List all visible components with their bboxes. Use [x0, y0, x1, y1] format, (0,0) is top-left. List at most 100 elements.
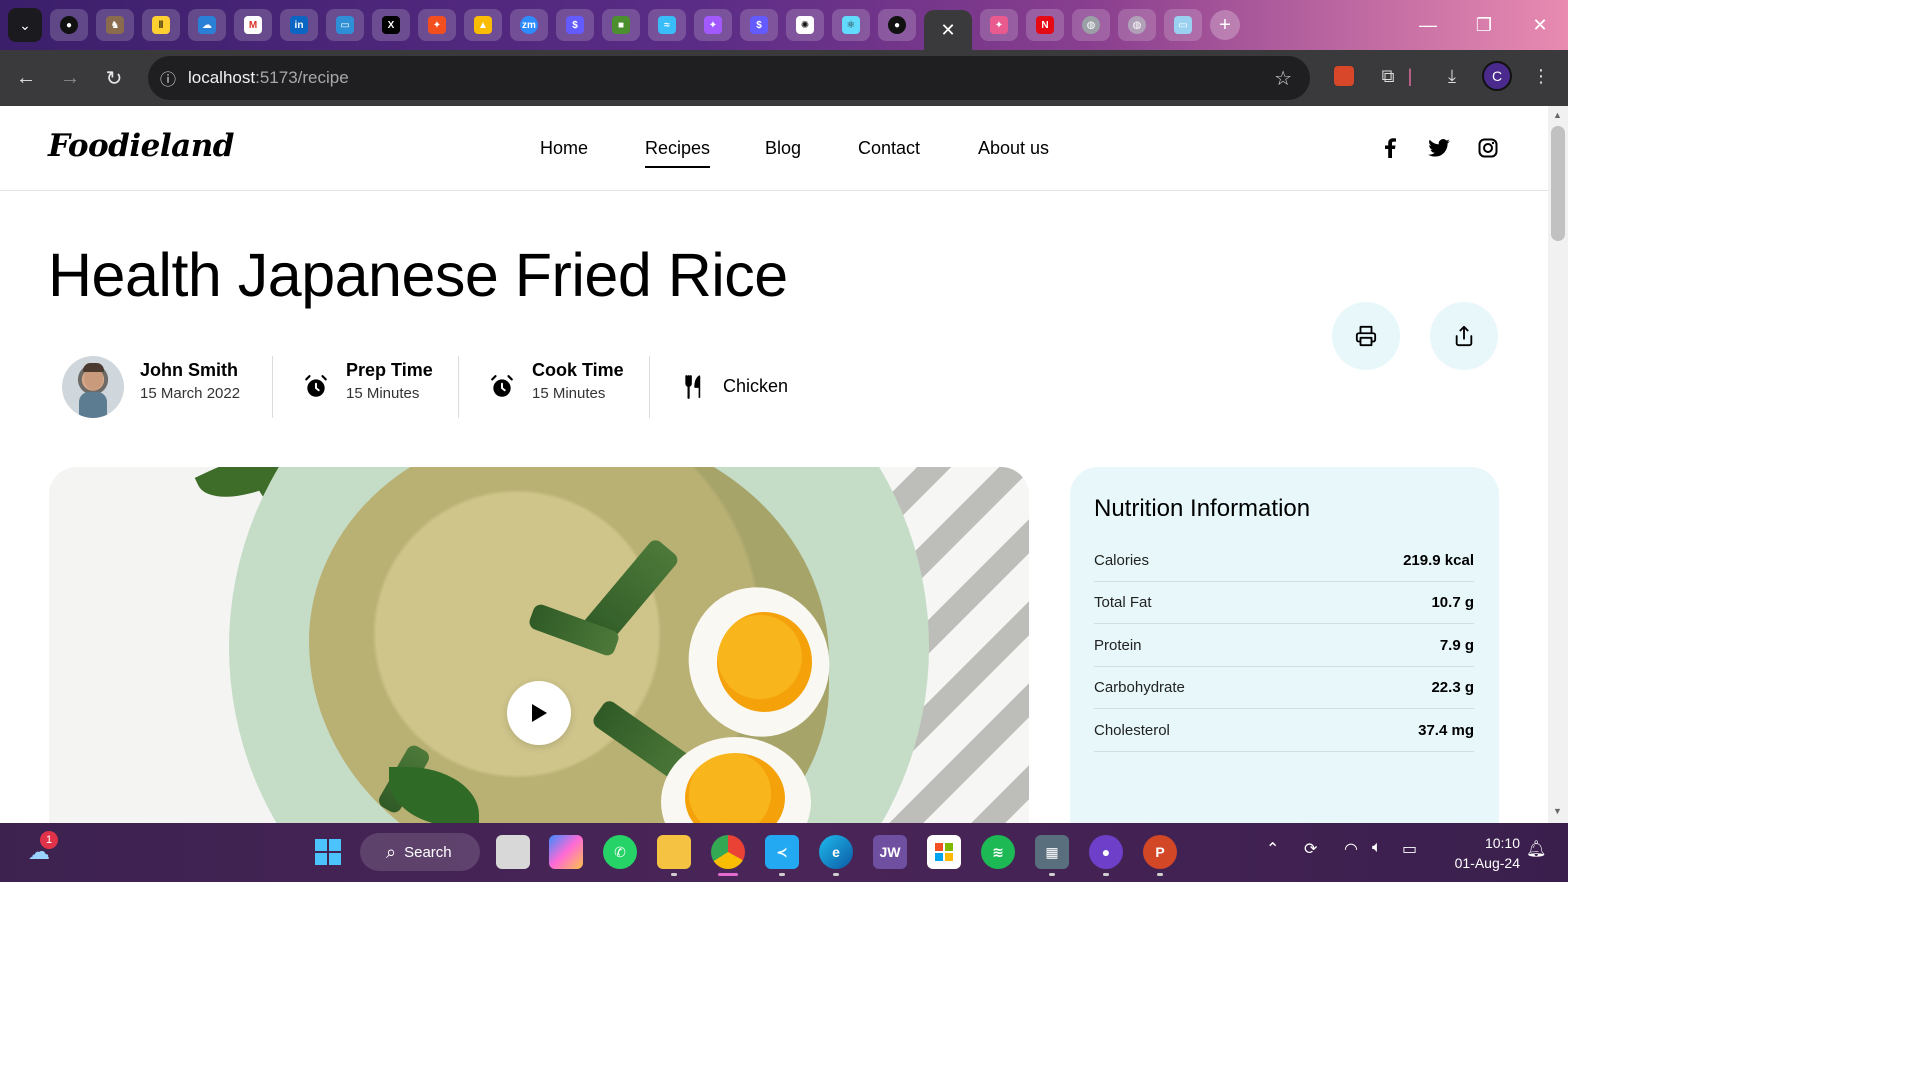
tab-deno[interactable]: ♞ — [96, 9, 134, 41]
nav-recipes[interactable]: Recipes — [645, 138, 711, 168]
whatsapp-icon[interactable]: ✆ — [603, 835, 637, 869]
chevron-up-icon[interactable]: ⌃ — [1266, 839, 1279, 859]
nav-contact[interactable]: Contact — [858, 138, 920, 159]
tab-search-icon[interactable]: ⌄ — [8, 8, 42, 42]
print-button[interactable] — [1332, 302, 1400, 370]
download-icon[interactable]: ⤓ — [1432, 56, 1472, 96]
scrollbar-thumb[interactable] — [1551, 126, 1565, 241]
tab-linkedin[interactable]: in — [280, 9, 318, 41]
tab-stripe[interactable]: $ — [556, 9, 594, 41]
twitter-icon[interactable] — [1427, 136, 1451, 160]
powerpoint-icon[interactable]: P — [1143, 835, 1177, 869]
instagram-icon[interactable] — [1476, 136, 1500, 160]
nutrition-value: 37.4 mg — [1418, 722, 1474, 739]
tab-green-app[interactable]: ■ — [602, 9, 640, 41]
volume-icon[interactable]: 🔈︎ — [1372, 839, 1382, 857]
tab-github[interactable]: ● — [50, 9, 88, 41]
bookmark-star-icon[interactable]: ☆ — [1274, 66, 1292, 91]
tab-x[interactable]: X — [372, 9, 410, 41]
globe-icon: ◍ — [1128, 16, 1146, 34]
reload-icon[interactable]: ↻ — [92, 56, 136, 100]
tab-miro[interactable]: ‖ — [142, 9, 180, 41]
spotify-icon[interactable]: ≋ — [981, 835, 1015, 869]
tab-figma-2[interactable]: ✦ — [694, 9, 732, 41]
tab-snip[interactable]: ▭ — [326, 9, 364, 41]
recipe-category: Chicken — [723, 376, 789, 396]
windows-start-icon[interactable] — [311, 835, 345, 869]
file-explorer-icon[interactable] — [657, 835, 691, 869]
tab-stripe-2[interactable]: $ — [740, 9, 778, 41]
play-icon — [532, 704, 547, 722]
nutrition-row: Calories 219.9 kcal — [1094, 540, 1474, 582]
profile-avatar[interactable]: C — [1477, 56, 1517, 96]
new-tab-button[interactable]: + — [1210, 10, 1240, 40]
battery-icon[interactable]: ▭ — [1402, 839, 1417, 859]
task-view-icon[interactable] — [496, 835, 530, 869]
site-info-icon[interactable]: ⓘ — [148, 66, 188, 90]
vscode-icon[interactable]: ≺ — [765, 835, 799, 869]
play-video-button[interactable] — [507, 681, 571, 745]
scroll-down-icon[interactable]: ▼ — [1553, 806, 1562, 816]
running-indicator — [833, 873, 839, 876]
tab-react[interactable]: ⚛ — [832, 9, 870, 41]
tab-tailwind[interactable]: ≈ — [648, 9, 686, 41]
site-logo[interactable]: Foodieland — [48, 128, 234, 164]
prep-time-block: Prep Time 15 Minutes — [346, 360, 433, 422]
taskbar-search[interactable]: ⌕ Search — [360, 833, 480, 871]
close-tab-icon[interactable]: ✕ — [940, 20, 955, 41]
browser-tab-strip: ⌄ ● ♞ ‖ ☁ M in ▭ X ✦ ▲ zm $ ■ ≈ ✦ $ ✺ ⚛ … — [0, 0, 1568, 50]
tab-gmail[interactable]: M — [234, 9, 272, 41]
zoom-icon: zm — [520, 16, 538, 34]
tab-snip-2[interactable]: ▭ — [1164, 9, 1202, 41]
extension-icon[interactable] — [1324, 56, 1364, 96]
system-clock[interactable]: 10:10 01-Aug-24 — [1440, 833, 1520, 873]
forward-icon[interactable]: → — [48, 56, 92, 100]
tab-netflix[interactable]: N — [1026, 9, 1064, 41]
tab-figma[interactable]: ✦ — [418, 9, 456, 41]
notification-bell-icon[interactable]: 🔔︎ — [1526, 839, 1546, 859]
edge-icon[interactable]: e — [819, 835, 853, 869]
nav-home[interactable]: Home — [540, 138, 588, 159]
meta-divider — [649, 356, 650, 418]
tab-zoom[interactable]: zm — [510, 9, 548, 41]
nutrition-row: Total Fat 10.7 g — [1094, 582, 1474, 624]
menu-kebab-icon[interactable]: ⋮ — [1521, 56, 1561, 96]
recipe-video-thumbnail[interactable] — [49, 467, 1029, 823]
jw-app-icon[interactable]: JW — [873, 835, 907, 869]
tab-github-2[interactable]: ● — [878, 9, 916, 41]
microsoft-store-icon[interactable] — [927, 835, 961, 869]
restore-icon[interactable]: ❐ — [1456, 0, 1512, 50]
tab-active-recipe[interactable]: ✕ — [924, 10, 972, 50]
egg-yolk — [717, 612, 812, 712]
tab-globe-2[interactable]: ◍ — [1118, 9, 1156, 41]
snip-icon: ▭ — [1174, 16, 1192, 34]
scroll-up-icon[interactable]: ▲ — [1553, 110, 1562, 120]
site-header: Foodieland Home Recipes Blog Contact Abo… — [0, 106, 1548, 191]
sync-icon[interactable]: ⟳ — [1304, 839, 1317, 859]
tab-cloud[interactable]: ☁ — [188, 9, 226, 41]
share-button[interactable] — [1430, 302, 1498, 370]
back-icon[interactable]: ← — [4, 56, 48, 100]
wifi-icon[interactable]: ◠ — [1344, 839, 1358, 859]
tab-openai[interactable]: ✺ — [786, 9, 824, 41]
minimize-icon[interactable]: — — [1400, 0, 1456, 50]
tab-figma-3[interactable]: ✦ — [980, 9, 1018, 41]
github-desktop-icon[interactable]: ● — [1089, 835, 1123, 869]
github-icon: ● — [888, 16, 906, 34]
page-scrollbar[interactable]: ▲ ▼ — [1548, 106, 1568, 823]
calculator-icon[interactable]: ▦ — [1035, 835, 1069, 869]
tab-google-ads[interactable]: ▲ — [464, 9, 502, 41]
tab-globe[interactable]: ◍ — [1072, 9, 1110, 41]
active-indicator — [718, 873, 738, 876]
nutrition-value: 22.3 g — [1431, 679, 1474, 696]
copilot-icon[interactable] — [549, 835, 583, 869]
nutrition-panel: Nutrition Information Calories 219.9 kca… — [1070, 467, 1499, 823]
snip-icon: ▭ — [336, 16, 354, 34]
address-bar[interactable]: ⓘ localhost:5173/recipe ☆ — [148, 56, 1310, 100]
chrome-icon[interactable] — [711, 835, 745, 869]
nav-about-us[interactable]: About us — [978, 138, 1049, 159]
author-name[interactable]: John Smith — [140, 360, 240, 381]
facebook-icon[interactable] — [1378, 136, 1402, 160]
nav-blog[interactable]: Blog — [765, 138, 801, 159]
close-window-icon[interactable]: ✕ — [1512, 0, 1568, 50]
